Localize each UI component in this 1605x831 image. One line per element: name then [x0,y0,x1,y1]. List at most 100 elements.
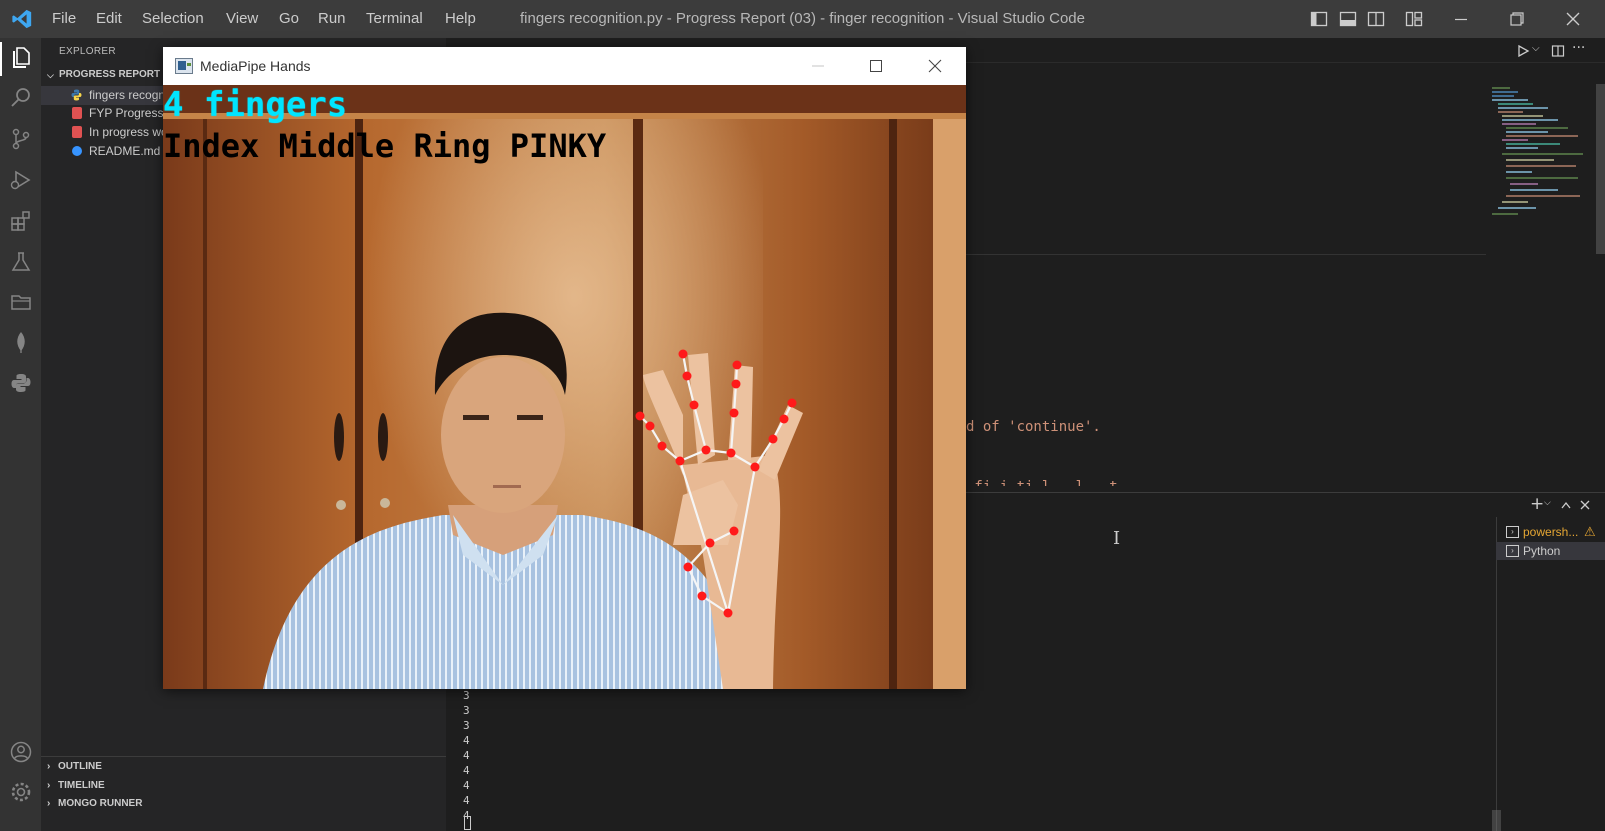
section-mongo-runner[interactable]: › MONGO RUNNER [41,795,446,813]
menu-run[interactable]: Run [318,0,346,38]
account-icon[interactable] [9,740,33,764]
finger-count-overlay: 4 fingers [163,85,348,125]
maximize-panel-icon[interactable] [1560,500,1572,510]
terminal-tab-python[interactable]: › Python [1496,542,1605,560]
hand-landmark-dot [750,462,760,472]
hand-landmark-dot [723,608,733,618]
code-line-comment: d of 'continue'. [966,419,1101,435]
hand-landmark-dot [697,591,707,601]
menu-view[interactable]: View [226,0,258,38]
hand-landmark-dot [779,414,789,424]
chevron-right-icon: › [47,798,51,809]
editor-scrollbar[interactable] [1596,84,1605,254]
hand-landmark-dot [729,408,739,418]
mediapipe-window-title: MediaPipe Hands [200,58,311,74]
minimize-icon[interactable] [1452,10,1470,28]
chevron-right-icon: › [47,761,51,772]
testing-flask-icon[interactable] [9,250,33,274]
section-label: MONGO RUNNER [58,798,143,809]
menu-selection[interactable]: Selection [142,0,204,38]
terminal-tab-label: Python [1523,544,1561,558]
maximize-icon[interactable] [869,59,883,73]
pdf-file-icon [72,107,82,119]
divider [41,756,446,757]
python-icon[interactable] [9,371,33,395]
mongodb-leaf-icon[interactable] [9,330,33,354]
hand-landmark-dot [689,400,699,410]
terminal-dropdown-icon[interactable]: ⌵ [1544,498,1551,508]
chevron-right-icon: › [47,780,51,791]
folder-icon[interactable] [9,290,33,314]
hand-landmark-dot [635,411,645,421]
terminal-output-line: 3 [463,689,470,702]
terminal-icon: › [1506,545,1519,557]
run-dropdown-icon[interactable]: ⌵ [1532,43,1540,54]
terminal-tab-powershell[interactable]: › powersh... ⚠ [1496,523,1605,541]
menu-file[interactable]: File [52,0,76,38]
run-python-file-icon[interactable] [1516,44,1530,58]
code-line-partial: -fi i ti l - l - t [966,480,1118,486]
hand-landmark-dot [726,448,736,458]
menu-terminal[interactable]: Terminal [366,0,423,38]
split-editor-icon[interactable] [1551,44,1565,58]
customize-layout-icon[interactable] [1405,10,1423,28]
menu-go[interactable]: Go [279,0,299,38]
menu-help[interactable]: Help [445,0,476,38]
hand-landmark-dot [787,398,797,408]
settings-gear-icon[interactable] [9,780,33,804]
file-label: README.md [89,144,161,158]
terminal-tab-label: powersh... [1523,525,1579,539]
pdf-file-icon [72,126,82,138]
vscode-logo-icon[interactable] [11,8,33,30]
section-label: OUTLINE [58,761,102,772]
hand-landmark-dot [731,379,741,389]
source-control-icon[interactable] [9,127,33,151]
hand-landmark-dot [678,349,688,359]
hand-landmark-dot [683,562,693,572]
new-terminal-icon[interactable]: + [1530,496,1544,513]
section-timeline[interactable]: › TIMELINE [41,777,446,795]
menu-edit[interactable]: Edit [96,0,122,38]
mediapipe-window[interactable]: MediaPipe Hands 4 fingers Index Middle R… [163,47,966,689]
app-window-icon [175,58,193,74]
hand-landmark-dot [657,441,667,451]
minimap[interactable] [1488,84,1588,220]
close-panel-icon[interactable] [1580,500,1590,510]
chevron-down-icon: ⌵ [47,70,54,80]
terminal-output-line: 4 [463,779,470,792]
terminal-output-line: 4 [463,734,470,747]
terminal-output-line: 4 [463,794,470,807]
toggle-sidebar-icon[interactable] [1310,10,1328,28]
terminal-scrollbar[interactable] [1492,810,1501,831]
python-file-icon [71,89,82,101]
restore-icon[interactable] [1508,10,1526,28]
hand-landmark-dot [682,371,692,381]
file-label: fingers recogni [89,88,168,102]
extensions-icon[interactable] [9,209,33,233]
hand-landmark-dot [705,538,715,548]
close-icon[interactable] [1564,10,1582,28]
camera-frame: 4 fingers Index Middle Ring PINKY [163,85,966,689]
toggle-panel-icon[interactable] [1339,10,1357,28]
file-label: In progress wo [89,125,168,139]
explorer-icon[interactable] [9,46,33,70]
terminal-output-line: 3 [463,719,470,732]
explorer-header: EXPLORER [59,46,116,57]
editor-ruler [966,254,1486,255]
finger-names-overlay: Index Middle Ring PINKY [163,127,607,165]
info-file-icon [72,146,82,156]
search-icon[interactable] [9,86,33,110]
title-bar: File Edit Selection View Go Run Terminal… [0,0,1605,38]
minimize-icon[interactable] [811,59,825,73]
more-actions-icon[interactable]: ··· [1572,40,1585,56]
hand-landmark-dot [732,360,742,370]
mediapipe-titlebar[interactable]: MediaPipe Hands [163,47,966,85]
hand-landmark-dot [701,445,711,455]
section-outline[interactable]: › OUTLINE [41,758,446,776]
toggle-secondary-sidebar-icon[interactable] [1367,10,1385,28]
run-debug-icon[interactable] [9,168,33,192]
terminal-output-line: 4 [463,749,470,762]
terminal-output-line: 4 [463,764,470,777]
terminal-output-line: 3 [463,704,470,717]
close-icon[interactable] [928,59,942,73]
